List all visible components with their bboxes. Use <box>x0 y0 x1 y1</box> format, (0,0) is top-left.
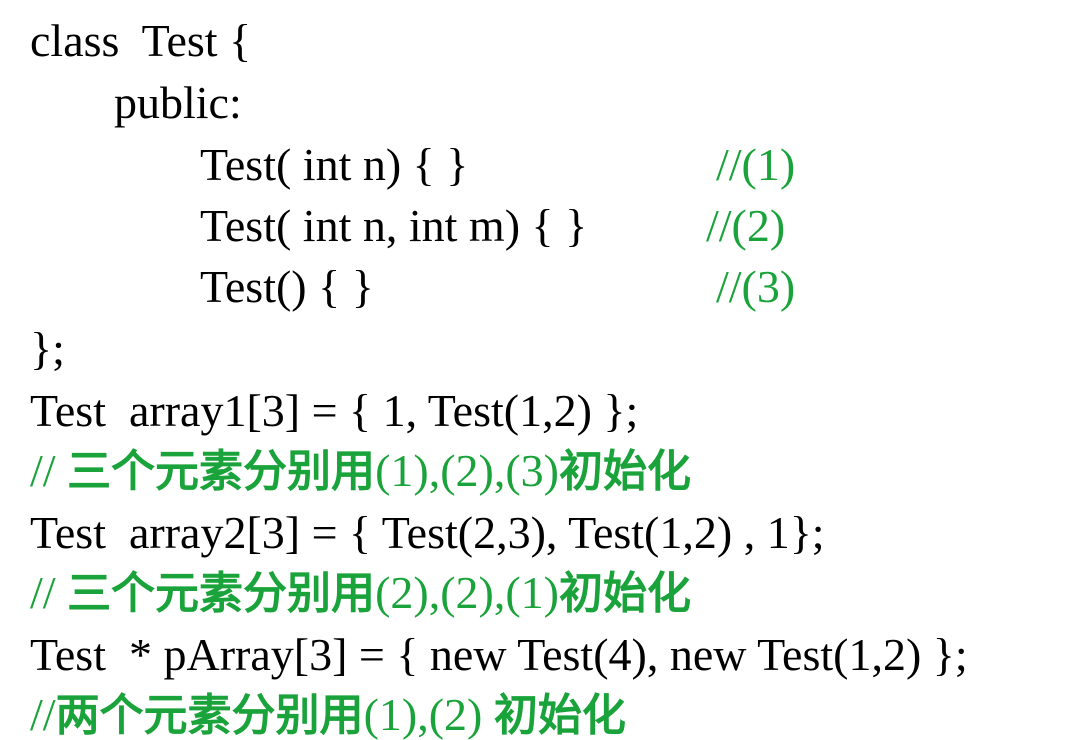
public-line: public: <box>114 77 242 128</box>
code-slide: class Test { public: Test( int n) { } //… <box>0 0 1081 740</box>
array2-comment: // 三个元素分别用(2),(2),(1)初始化 <box>30 567 691 619</box>
constructor-3-comment: //(3) <box>716 261 796 312</box>
class-close-line: }; <box>30 323 65 374</box>
parray-comment: //两个元素分别用(1),(2) 初始化 <box>30 689 626 740</box>
array2-line: Test array2[3] = { Test(2,3), Test(1,2) … <box>30 507 825 558</box>
array1-comment: // 三个元素分别用(1),(2),(3)初始化 <box>30 445 691 497</box>
constructor-2-comment: //(2) <box>706 200 786 251</box>
constructor-2-line: Test( int n, int m) { } <box>200 200 588 251</box>
class-header-line: class Test { <box>30 15 252 66</box>
constructor-1-comment: //(1) <box>716 139 796 190</box>
array1-line: Test array1[3] = { 1, Test(1,2) }; <box>30 385 639 436</box>
constructor-1-line: Test( int n) { } <box>200 139 469 190</box>
constructor-3-line: Test() { } <box>200 261 374 312</box>
parray-line: Test * pArray[3] = { new Test(4), new Te… <box>30 629 968 680</box>
